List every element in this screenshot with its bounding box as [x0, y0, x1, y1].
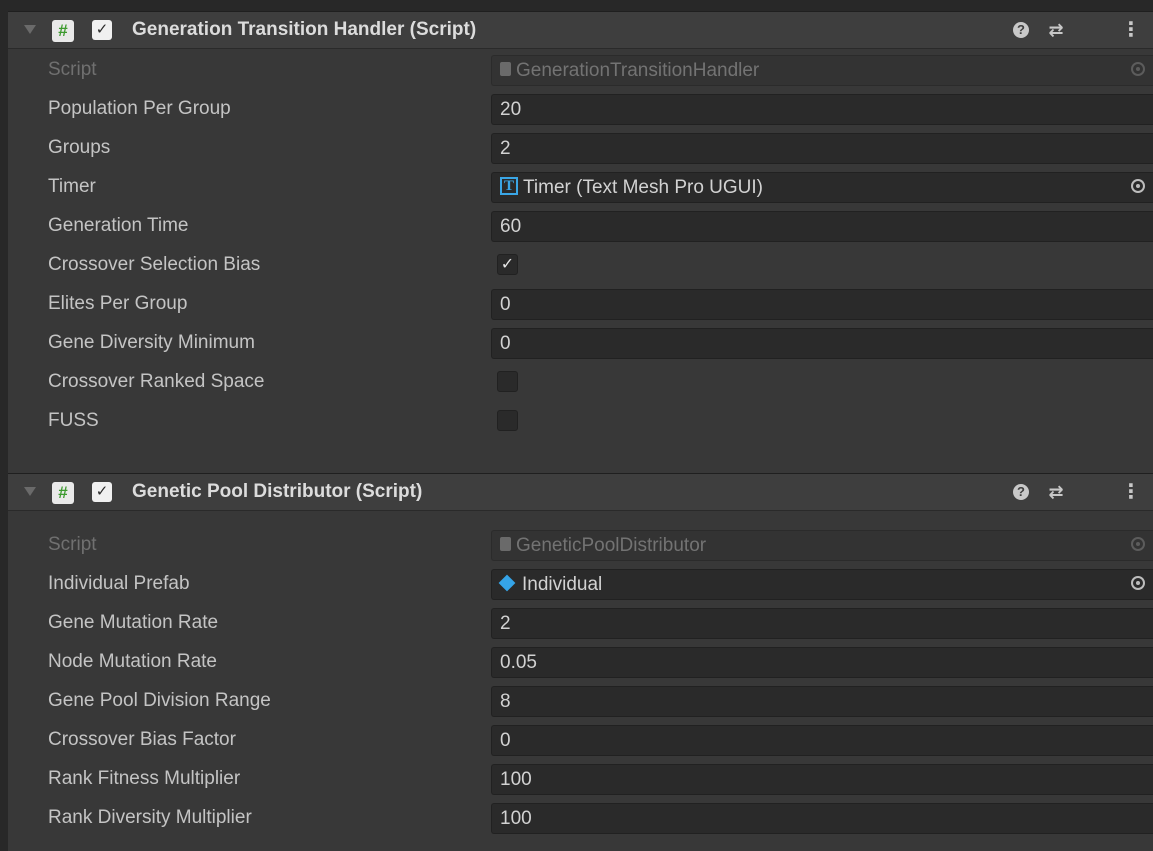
object-picker-icon	[1131, 537, 1145, 551]
script-reference-field: GeneticPoolDistributor	[491, 530, 1153, 561]
property-row-script: Script GenerationTransitionHandler	[8, 50, 1153, 89]
prefab-icon	[498, 575, 516, 592]
property-label: Generation Time	[48, 215, 189, 236]
presets-icon[interactable]: ⇄	[1043, 474, 1069, 510]
object-picker-icon[interactable]	[1131, 179, 1145, 193]
script-asset-icon	[500, 537, 511, 552]
field-value: GenerationTransitionHandler	[516, 60, 760, 81]
component-spacer	[8, 440, 1153, 473]
context-menu-icon[interactable]: ⋮	[1118, 474, 1144, 510]
node-mutation-rate-field[interactable]: 0.05	[491, 647, 1153, 678]
groups-field[interactable]: 2	[491, 133, 1153, 164]
component-header-genetic-pool-distributor[interactable]: # ✓ Genetic Pool Distributor (Script) ? …	[8, 473, 1153, 511]
property-row-elites-per-group: Elites Per Group 0	[8, 284, 1153, 323]
property-label: Crossover Bias Factor	[48, 729, 236, 750]
object-picker-icon	[1131, 62, 1145, 76]
script-icon: #	[52, 482, 74, 504]
presets-icon[interactable]: ⇄	[1043, 12, 1069, 48]
generation-time-field[interactable]: 60	[491, 211, 1153, 242]
elites-per-group-field[interactable]: 0	[491, 289, 1153, 320]
foldout-arrow-icon[interactable]	[24, 25, 36, 34]
help-button[interactable]: ?	[1008, 12, 1034, 48]
property-label: Population Per Group	[48, 98, 231, 119]
gene-mutation-rate-field[interactable]: 2	[491, 608, 1153, 639]
panel-top-edge	[0, 0, 1153, 11]
property-label: Crossover Ranked Space	[48, 371, 265, 392]
property-row-groups: Groups 2	[8, 128, 1153, 167]
script-icon: #	[52, 20, 74, 42]
individual-prefab-field[interactable]: Individual	[491, 569, 1153, 600]
property-row-gene-mutation-rate: Gene Mutation Rate 2	[8, 603, 1153, 642]
script-reference-field: GenerationTransitionHandler	[491, 55, 1153, 86]
property-row-crossover-ranked-space: Crossover Ranked Space	[8, 362, 1153, 401]
crossover-ranked-space-checkbox[interactable]	[497, 371, 518, 392]
foldout-arrow-icon[interactable]	[24, 487, 36, 496]
script-asset-icon	[500, 62, 511, 77]
help-button[interactable]: ?	[1008, 474, 1034, 510]
context-menu-icon[interactable]: ⋮	[1118, 12, 1144, 48]
help-icon: ?	[1013, 483, 1029, 500]
property-label: Gene Diversity Minimum	[48, 332, 255, 353]
property-row-gene-diversity-minimum: Gene Diversity Minimum 0	[8, 323, 1153, 362]
crossover-selection-bias-checkbox[interactable]: ✓	[497, 254, 518, 275]
property-row-rank-fitness-multiplier: Rank Fitness Multiplier 100	[8, 759, 1153, 798]
property-row-rank-diversity-multiplier: Rank Diversity Multiplier 100	[8, 798, 1153, 837]
field-value: GeneticPoolDistributor	[516, 535, 707, 556]
gene-pool-division-range-field[interactable]: 8	[491, 686, 1153, 717]
gene-diversity-minimum-field[interactable]: 0	[491, 328, 1153, 359]
property-label: Elites Per Group	[48, 293, 188, 314]
field-value: Individual	[522, 574, 603, 595]
property-row-crossover-selection-bias: Crossover Selection Bias ✓	[8, 245, 1153, 284]
object-picker-icon[interactable]	[1131, 576, 1145, 590]
component-enabled-checkbox[interactable]: ✓	[92, 482, 112, 502]
property-row-individual-prefab: Individual Prefab Individual	[8, 564, 1153, 603]
property-label: Node Mutation Rate	[48, 651, 217, 672]
property-label: Individual Prefab	[48, 573, 190, 594]
property-label: Rank Diversity Multiplier	[48, 807, 252, 828]
component-title[interactable]: Genetic Pool Distributor (Script)	[132, 474, 422, 510]
crossover-bias-factor-field[interactable]: 0	[491, 725, 1153, 756]
property-label: Gene Pool Division Range	[48, 690, 271, 711]
property-label: Groups	[48, 137, 111, 158]
rank-fitness-multiplier-field[interactable]: 100	[491, 764, 1153, 795]
property-label: Crossover Selection Bias	[48, 254, 261, 275]
rank-diversity-multiplier-field[interactable]: 100	[491, 803, 1153, 834]
component-title[interactable]: Generation Transition Handler (Script)	[132, 12, 476, 48]
property-row-fuss: FUSS	[8, 401, 1153, 440]
property-label: Timer	[48, 176, 96, 197]
help-icon: ?	[1013, 21, 1029, 38]
population-per-group-field[interactable]: 20	[491, 94, 1153, 125]
property-row-generation-time: Generation Time 60	[8, 206, 1153, 245]
fuss-checkbox[interactable]	[497, 410, 518, 431]
field-value: Timer (Text Mesh Pro UGUI)	[523, 177, 763, 198]
property-row-node-mutation-rate: Node Mutation Rate 0.05	[8, 642, 1153, 681]
property-label: Script	[48, 534, 97, 555]
property-row-timer: Timer T Timer (Text Mesh Pro UGUI)	[8, 167, 1153, 206]
property-label: Script	[48, 59, 97, 80]
component-header-generation-transition-handler[interactable]: # ✓ Generation Transition Handler (Scrip…	[8, 11, 1153, 49]
inspector-panel: # ✓ Generation Transition Handler (Scrip…	[0, 0, 1153, 851]
property-label: Gene Mutation Rate	[48, 612, 219, 633]
timer-object-field[interactable]: T Timer (Text Mesh Pro UGUI)	[491, 172, 1153, 203]
property-row-crossover-bias-factor: Crossover Bias Factor 0	[8, 720, 1153, 759]
panel-left-edge	[0, 0, 8, 851]
property-row-script: Script GeneticPoolDistributor	[8, 525, 1153, 564]
property-label: Rank Fitness Multiplier	[48, 768, 241, 789]
component-enabled-checkbox[interactable]: ✓	[92, 20, 112, 40]
property-row-population-per-group: Population Per Group 20	[8, 89, 1153, 128]
text-mesh-pro-icon: T	[500, 177, 518, 196]
property-label: FUSS	[48, 410, 99, 431]
property-row-gene-pool-division-range: Gene Pool Division Range 8	[8, 681, 1153, 720]
